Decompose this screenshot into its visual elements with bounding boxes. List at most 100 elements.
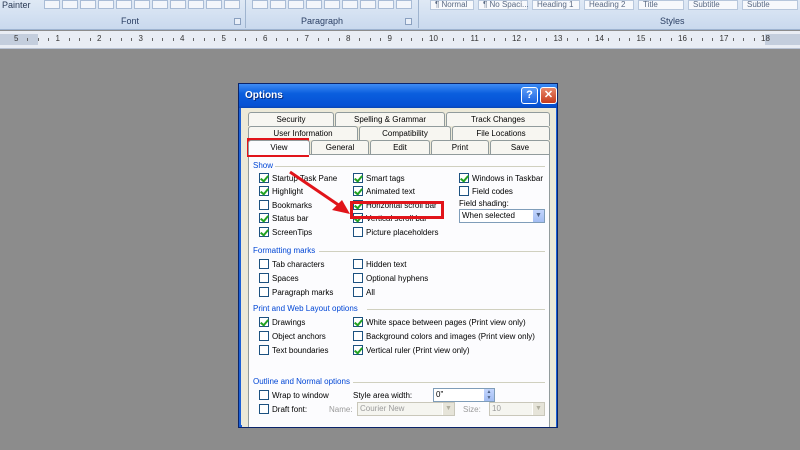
checkbox[interactable]	[259, 227, 269, 237]
horizontal-ruler[interactable]: 5 1 2 3 4 5 6 7 8 9 10 11 12 13 14 15 16 17 18	[0, 31, 800, 49]
tab-file-locations[interactable]: File Locations	[452, 126, 550, 140]
font-name-select[interactable]: Courier New ▼	[357, 402, 455, 416]
show-section-heading: Show	[253, 161, 274, 170]
ruler-number: 14	[595, 34, 604, 43]
font-dialog-launcher[interactable]	[234, 18, 241, 25]
group-divider	[245, 0, 246, 28]
option-smart-tags[interactable]: Smart tags	[353, 173, 405, 183]
tab-compatibility[interactable]: Compatibility	[359, 126, 451, 140]
option-field-codes[interactable]: Field codes	[459, 186, 513, 196]
option-spaces[interactable]: Spaces	[259, 273, 299, 283]
option-hidden-text[interactable]: Hidden text	[353, 259, 406, 269]
tab-save[interactable]: Save	[490, 140, 550, 154]
field-shading-select[interactable]: When selected ▼	[459, 209, 545, 223]
font-controls[interactable]	[44, 0, 240, 10]
help-button[interactable]: ?	[521, 87, 538, 104]
option-screentips[interactable]: ScreenTips	[259, 227, 312, 237]
paragraph-dialog-launcher[interactable]	[405, 18, 412, 25]
checkbox[interactable]	[259, 259, 269, 269]
option-windows-in-taskbar[interactable]: Windows in Taskbar	[459, 173, 543, 183]
checkbox[interactable]	[259, 345, 269, 355]
ruler-tick	[649, 38, 651, 41]
ruler-tick	[577, 38, 579, 41]
ruler-tick	[535, 38, 537, 41]
checkbox[interactable]	[259, 390, 269, 400]
checkbox[interactable]	[459, 173, 469, 183]
ruler-tick	[743, 38, 745, 41]
option-picture-placeholders[interactable]: Picture placeholders	[353, 227, 438, 237]
ruler-tick	[276, 38, 278, 41]
section-divider	[353, 382, 545, 383]
ruler-number: 3	[138, 34, 143, 43]
style-subtitle[interactable]: Subtitle	[688, 0, 738, 10]
option-paragraph-marks[interactable]: Paragraph marks	[259, 287, 333, 297]
style-no-spacing[interactable]: ¶ No Spaci...	[478, 0, 529, 10]
option-optional-hyphens[interactable]: Optional hyphens	[353, 273, 428, 283]
option-text-boundaries[interactable]: Text boundaries	[259, 345, 328, 355]
checkbox[interactable]	[353, 317, 363, 327]
option-tab-characters[interactable]: Tab characters	[259, 259, 324, 269]
ruler-tick	[193, 38, 195, 41]
checkbox[interactable]	[259, 331, 269, 341]
checkbox[interactable]	[353, 331, 363, 341]
tab-edit[interactable]: Edit	[370, 140, 430, 154]
checkbox[interactable]	[259, 273, 269, 283]
font-size-select[interactable]: 10 ▼	[489, 402, 545, 416]
style-normal[interactable]: ¶ Normal	[430, 0, 474, 10]
option-draft-font[interactable]: Draft font:	[259, 404, 307, 414]
tab-general[interactable]: General	[311, 140, 369, 154]
close-button[interactable]: ✕	[540, 87, 557, 104]
checkbox[interactable]	[259, 287, 269, 297]
checkbox[interactable]	[459, 186, 469, 196]
tab-print[interactable]: Print	[431, 140, 489, 154]
tab-security[interactable]: Security	[248, 112, 334, 126]
checkbox[interactable]	[259, 173, 269, 183]
checkbox[interactable]	[259, 186, 269, 196]
ruler-number: 7	[304, 34, 309, 43]
paragraph-group-label: Paragraph	[301, 16, 344, 26]
option-animated-text[interactable]: Animated text	[353, 186, 415, 196]
ruler-number: 9	[387, 34, 392, 43]
ruler-tick	[504, 38, 506, 41]
chevron-down-icon[interactable]: ▼	[532, 403, 544, 415]
option-vertical-ruler[interactable]: Vertical ruler (Print view only)	[353, 345, 470, 355]
option-all[interactable]: All	[353, 287, 375, 297]
checkbox[interactable]	[353, 287, 363, 297]
style-title[interactable]: Title	[638, 0, 684, 10]
checkbox[interactable]	[259, 404, 269, 414]
ruler-tick	[203, 38, 205, 41]
ruler-tick	[234, 38, 236, 41]
ruler-number: 11	[470, 34, 479, 43]
tab-spelling-grammar[interactable]: Spelling & Grammar	[335, 112, 445, 126]
tab-view[interactable]: View	[248, 140, 310, 155]
paragraph-controls[interactable]	[252, 0, 412, 10]
checkbox[interactable]	[259, 317, 269, 327]
checkbox[interactable]	[353, 259, 363, 269]
checkbox[interactable]	[353, 227, 363, 237]
title-bar[interactable]: Options ? ✕	[239, 84, 557, 108]
option-drawings[interactable]: Drawings	[259, 317, 305, 327]
style-area-width-input[interactable]: 0" ▲ ▼	[433, 388, 495, 402]
checkbox[interactable]	[259, 213, 269, 223]
spinner-arrows-icon[interactable]: ▲ ▼	[484, 389, 494, 401]
ruler-number: 2	[97, 34, 102, 43]
tab-track-changes[interactable]: Track Changes	[446, 112, 550, 126]
format-painter-label[interactable]: Painter	[2, 0, 31, 10]
outline-section-heading: Outline and Normal options	[253, 377, 350, 386]
checkbox[interactable]	[353, 345, 363, 355]
style-heading-2[interactable]: Heading 2	[584, 0, 634, 10]
ruler-tick	[618, 38, 620, 41]
field-shading-label: Field shading:	[459, 199, 509, 208]
checkbox[interactable]	[259, 200, 269, 210]
style-subtle[interactable]: Subtle	[742, 0, 798, 10]
ruler-tick	[245, 38, 247, 41]
option-white-space-between-pages[interactable]: White space between pages (Print view on…	[353, 317, 526, 327]
chevron-down-icon[interactable]: ▼	[442, 403, 454, 415]
chevron-down-icon[interactable]: ▼	[532, 210, 544, 222]
option-background-colors[interactable]: Background colors and images (Print view…	[353, 331, 535, 341]
checkbox[interactable]	[353, 273, 363, 283]
style-heading-1[interactable]: Heading 1	[532, 0, 580, 10]
option-wrap-to-window[interactable]: Wrap to window	[259, 390, 329, 400]
ruler-tick	[452, 38, 454, 41]
option-object-anchors[interactable]: Object anchors	[259, 331, 326, 341]
